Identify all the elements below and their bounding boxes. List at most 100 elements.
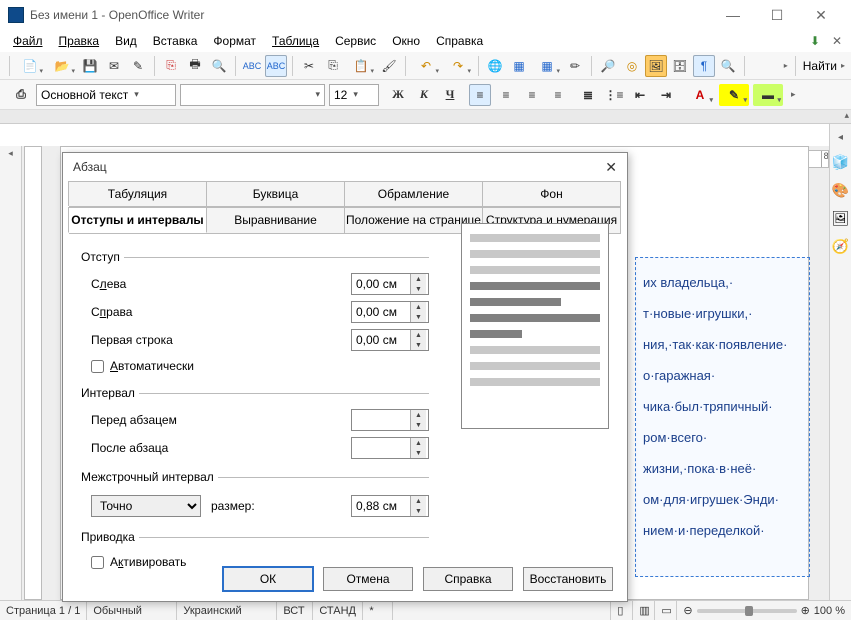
- nonprinting-button[interactable]: ¶: [693, 55, 715, 77]
- new-button[interactable]: 📄: [15, 55, 45, 77]
- italic-button[interactable]: К: [413, 84, 435, 106]
- align-right-button[interactable]: ≡: [521, 84, 543, 106]
- minimize-button[interactable]: —: [711, 1, 755, 29]
- find-replace-button[interactable]: 🔎: [597, 55, 619, 77]
- fmt-toolbar-overflow[interactable]: ▸: [791, 89, 796, 100]
- linespacing-select[interactable]: Точно: [91, 495, 201, 517]
- status-layout-book[interactable]: ▭: [655, 601, 677, 620]
- menu-table[interactable]: Таблица: [265, 32, 326, 50]
- print-preview-button[interactable]: 🔍: [208, 55, 230, 77]
- drawing-button[interactable]: ✏: [564, 55, 586, 77]
- underline-button[interactable]: Ч: [439, 84, 461, 106]
- help-button[interactable]: Справка: [423, 567, 513, 591]
- zoom-slider[interactable]: [697, 609, 797, 613]
- indent-right-input[interactable]: ▲▼: [351, 301, 429, 323]
- menu-tools[interactable]: Сервис: [328, 32, 383, 50]
- format-paint-button[interactable]: 🖌: [378, 55, 400, 77]
- open-button[interactable]: 📂: [47, 55, 77, 77]
- indent-inc-button[interactable]: ⇥: [655, 84, 677, 106]
- indent-left-input[interactable]: ▲▼: [351, 273, 429, 295]
- find-toolbar-overflow[interactable]: ▸: [841, 61, 845, 70]
- export-pdf-button[interactable]: ⎘: [160, 55, 182, 77]
- sidebar-gallery-icon[interactable]: 🖼: [832, 209, 850, 227]
- copy-button[interactable]: ⎘: [322, 55, 344, 77]
- menu-format[interactable]: Формат: [206, 32, 263, 50]
- space-after-input[interactable]: ▲▼: [351, 437, 429, 459]
- menu-edit[interactable]: Правка: [52, 32, 107, 50]
- status-selection-mode[interactable]: СТАНД: [313, 601, 363, 620]
- menu-view[interactable]: Вид: [108, 32, 144, 50]
- indent-dec-button[interactable]: ⇤: [629, 84, 651, 106]
- tab-background[interactable]: Фон: [482, 181, 621, 206]
- paste-button[interactable]: 📋: [346, 55, 376, 77]
- status-style[interactable]: Обычный: [87, 601, 177, 620]
- highlight-button[interactable]: ✎: [719, 84, 749, 106]
- close-window-button[interactable]: ✕: [799, 1, 843, 29]
- redo-button[interactable]: ↷: [443, 55, 473, 77]
- navigator-button[interactable]: ◎: [621, 55, 643, 77]
- register-checkbox[interactable]: [91, 556, 104, 569]
- align-left-button[interactable]: ≡: [469, 84, 491, 106]
- vertical-ruler[interactable]: [24, 146, 42, 600]
- dialog-titlebar[interactable]: Абзац ✕: [63, 153, 627, 181]
- status-page[interactable]: Страница 1 / 1: [0, 601, 87, 620]
- status-insert-mode[interactable]: ВСТ: [277, 601, 313, 620]
- table-button[interactable]: ▦: [508, 55, 530, 77]
- menu-insert[interactable]: Вставка: [146, 32, 205, 50]
- sidebar-expand[interactable]: ◂: [838, 132, 843, 143]
- zoom-button[interactable]: 🔍: [717, 55, 739, 77]
- sidebar-styles-icon[interactable]: 🎨: [832, 181, 850, 199]
- zoom-value[interactable]: 100 %: [814, 605, 845, 617]
- cut-button[interactable]: ✂: [298, 55, 320, 77]
- spellcheck-button[interactable]: ABC: [241, 55, 263, 77]
- sidebar-properties-icon[interactable]: 🧊: [832, 153, 850, 171]
- autospell-button[interactable]: ABC: [265, 55, 287, 77]
- auto-indent-checkbox[interactable]: [91, 360, 104, 373]
- table-insert-button[interactable]: ▦: [532, 55, 562, 77]
- status-language[interactable]: Украинский: [177, 601, 277, 620]
- styles-button[interactable]: ⎙: [10, 84, 32, 106]
- tab-borders[interactable]: Обрамление: [344, 181, 483, 206]
- font-size-combo[interactable]: 12▾: [329, 84, 379, 106]
- datasources-button[interactable]: 🗄: [669, 55, 691, 77]
- indent-first-input[interactable]: ▲▼: [351, 329, 429, 351]
- print-button[interactable]: 🖶: [184, 55, 206, 77]
- hyperlink-button[interactable]: 🌐: [484, 55, 506, 77]
- reset-button[interactable]: Восстановить: [523, 567, 613, 591]
- undo-button[interactable]: ↶: [411, 55, 441, 77]
- gallery-button[interactable]: 🖼: [645, 55, 667, 77]
- para-style-combo[interactable]: Основной текст▾: [36, 84, 176, 106]
- align-justify-button[interactable]: ≡: [547, 84, 569, 106]
- document-text[interactable]: их владельца,· т·новые·игрушки,· ния,·та…: [643, 267, 803, 546]
- bgcolor-button[interactable]: ▬: [753, 84, 783, 106]
- status-layout-multi[interactable]: ▥: [633, 601, 655, 620]
- edit-mode-button[interactable]: ✎: [127, 55, 149, 77]
- tab-indents[interactable]: Отступы и интервалы: [68, 207, 207, 233]
- space-before-input[interactable]: ▲▼: [351, 409, 429, 431]
- close-doc-icon[interactable]: ✕: [829, 33, 845, 49]
- maximize-button[interactable]: ☐: [755, 1, 799, 29]
- tab-tabulation[interactable]: Табуляция: [68, 181, 207, 206]
- update-icon[interactable]: ⬇: [807, 33, 823, 49]
- bullets-button[interactable]: ⋮≡: [603, 84, 625, 106]
- toolbar-overflow[interactable]: ▸: [784, 61, 788, 70]
- sidebar-navigator-icon[interactable]: 🧭: [832, 237, 850, 255]
- dialog-close-button[interactable]: ✕: [605, 159, 617, 176]
- ok-button[interactable]: ОК: [223, 567, 313, 591]
- tab-alignment[interactable]: Выравнивание: [206, 207, 345, 233]
- menu-file[interactable]: Файл: [6, 32, 50, 50]
- zoom-in[interactable]: ⊕: [801, 604, 810, 617]
- email-button[interactable]: ✉: [103, 55, 125, 77]
- zoom-out[interactable]: ⊖: [683, 604, 692, 617]
- menu-help[interactable]: Справка: [429, 32, 490, 50]
- bold-button[interactable]: Ж: [387, 84, 409, 106]
- linespacing-size-input[interactable]: ▲▼: [351, 495, 429, 517]
- tab-dropcaps[interactable]: Буквица: [206, 181, 345, 206]
- status-layout-single[interactable]: ▯: [611, 601, 633, 620]
- save-button[interactable]: 💾: [79, 55, 101, 77]
- menu-window[interactable]: Окно: [385, 32, 427, 50]
- font-name-combo[interactable]: ▾: [180, 84, 325, 106]
- font-color-button[interactable]: A: [685, 84, 715, 106]
- numbering-button[interactable]: ≣: [577, 84, 599, 106]
- align-center-button[interactable]: ≡: [495, 84, 517, 106]
